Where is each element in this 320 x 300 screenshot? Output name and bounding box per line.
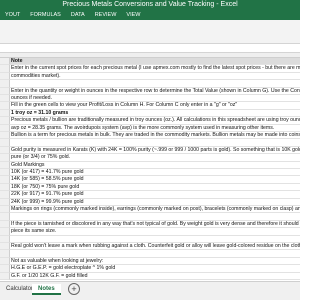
formula-bar[interactable]: [0, 44, 300, 53]
row-header[interactable]: [0, 132, 10, 140]
note-cell[interactable]: Bullion is a term for precious metals in…: [10, 132, 300, 140]
tab-formulas[interactable]: FORMULAS: [25, 10, 66, 20]
note-cell[interactable]: 24K (or 999) = 99.9% pure gold: [10, 199, 300, 206]
note-cell[interactable]: [10, 236, 300, 243]
row-header[interactable]: [0, 146, 10, 155]
note-cell[interactable]: [10, 250, 300, 258]
sheet-tab-notes[interactable]: Notes: [32, 284, 61, 295]
note-cell[interactable]: G.F. or 1/20 12K G.F. = gold filled: [10, 273, 300, 280]
note-cell[interactable]: ounces if needed.: [10, 95, 300, 103]
row-header[interactable]: [0, 102, 10, 110]
row-header[interactable]: [0, 58, 10, 66]
row-header[interactable]: [0, 265, 10, 273]
note-cell[interactable]: avp oz = 28.35 grams. The avoirdupois sy…: [10, 125, 300, 132]
note-cell[interactable]: Enter in the quantity or weight in ounce…: [10, 88, 300, 95]
row-header[interactable]: [0, 176, 10, 184]
ribbon-tab-bar: YOUT FORMULAS DATA REVIEW VIEW: [0, 10, 300, 20]
note-cell[interactable]: commodities market).: [10, 73, 300, 81]
tab-view[interactable]: VIEW: [121, 10, 145, 20]
worksheet-grid: Note Enter in the current spot prices for…: [0, 58, 300, 281]
tab-page-layout[interactable]: YOUT: [0, 10, 25, 20]
row-header[interactable]: [0, 198, 10, 206]
window-title: Precious Metals Conversions and Value Tr…: [0, 0, 300, 10]
row-header[interactable]: [0, 95, 10, 103]
note-cell[interactable]: Precious metals / bullion are traditiona…: [10, 117, 300, 125]
note-cell[interactable]: 10K (or 417) = 41.7% pure gold: [10, 169, 300, 177]
note-cell[interactable]: [10, 139, 300, 147]
note-cell[interactable]: Real gold won't leave a mark when rubbin…: [10, 243, 300, 251]
note-cell[interactable]: Enter in the current spot prices for eac…: [10, 65, 300, 73]
row-header[interactable]: [0, 243, 10, 251]
row-header[interactable]: [0, 87, 10, 95]
note-cell[interactable]: Gold purity is measured in Karats (K) wi…: [10, 147, 300, 155]
row-header[interactable]: [0, 183, 10, 192]
note-cell[interactable]: Note: [10, 58, 300, 66]
add-sheet-icon[interactable]: +: [68, 283, 80, 295]
tab-review[interactable]: REVIEW: [90, 10, 122, 20]
note-cell[interactable]: 1 troy oz = 31.10 grams: [10, 110, 300, 118]
note-cell[interactable]: Fill in the green cells to view your Pro…: [10, 102, 300, 110]
note-cell[interactable]: H.G.E or G.E.P. = gold electroplate ^ 1%…: [10, 265, 300, 273]
row-header[interactable]: [0, 139, 10, 147]
row-header[interactable]: [0, 154, 10, 162]
row-header[interactable]: [0, 161, 10, 169]
note-cell[interactable]: 22K (or 917) = 91.7% pure gold: [10, 191, 300, 199]
row-header[interactable]: [0, 191, 10, 199]
row-header[interactable]: [0, 257, 10, 266]
row-header[interactable]: [0, 250, 10, 258]
note-cell[interactable]: piece its same size.: [10, 228, 300, 236]
note-cell[interactable]: Gold Markings: [10, 162, 300, 169]
row-header[interactable]: [0, 206, 10, 214]
note-cell[interactable]: If the piece is tarnished or discolored …: [10, 221, 300, 229]
row-header[interactable]: [0, 213, 10, 221]
note-cell[interactable]: pure (or 3/4) or 75% gold.: [10, 154, 300, 162]
row-header[interactable]: [0, 272, 10, 280]
note-cell[interactable]: Not as valuable when looking at jewelry:: [10, 258, 300, 266]
row-header[interactable]: [0, 72, 10, 81]
note-cell[interactable]: 18K (or 750) = 75% pure gold: [10, 184, 300, 192]
note-cell[interactable]: 14K (or 585) = 58.5% pure gold: [10, 176, 300, 184]
row-header[interactable]: [0, 124, 10, 132]
ribbon-toolbar: [0, 20, 300, 44]
row-header[interactable]: [0, 117, 10, 125]
row-header[interactable]: [0, 235, 10, 243]
row-header[interactable]: [0, 169, 10, 177]
note-cell[interactable]: [10, 80, 300, 88]
note-cell[interactable]: [10, 213, 300, 221]
sheet-tab-bar: Calculator Notes +: [0, 281, 300, 300]
row-header[interactable]: [0, 65, 10, 73]
row-header[interactable]: [0, 228, 10, 236]
row-header[interactable]: [0, 220, 10, 229]
tab-data[interactable]: DATA: [66, 10, 90, 20]
row-header[interactable]: [0, 80, 10, 88]
row-header[interactable]: [0, 109, 10, 118]
note-cell[interactable]: Markings on rings (commonly marked insid…: [10, 206, 300, 214]
